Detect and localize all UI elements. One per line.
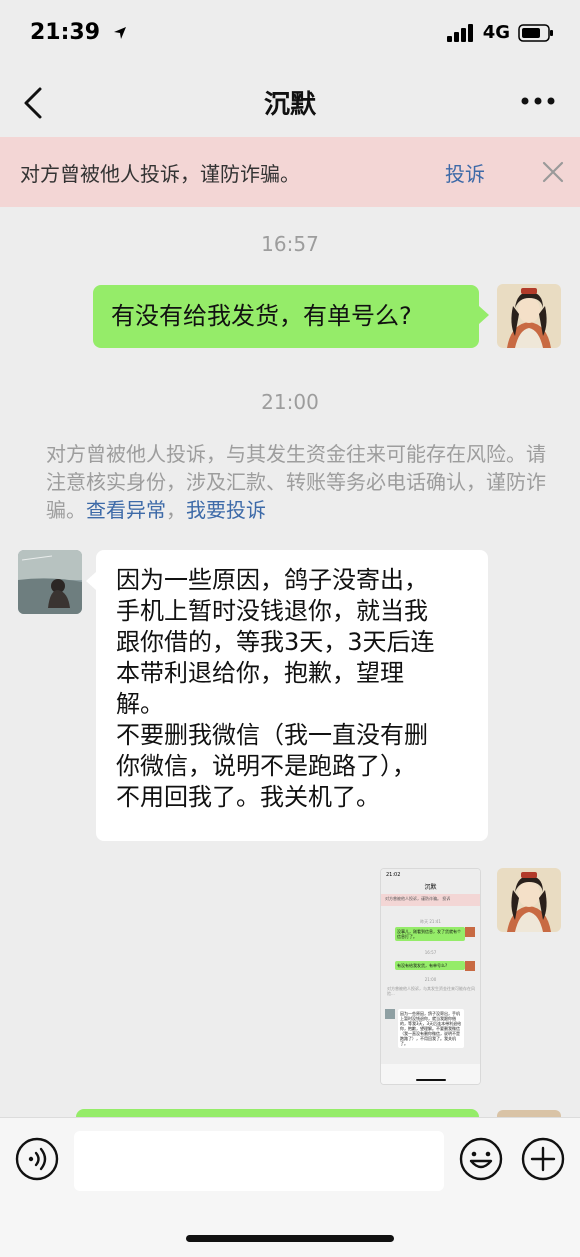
banner-text: 对方曾被他人投诉，谨防诈骗。	[20, 162, 300, 186]
thumbnail-avatar	[465, 961, 475, 971]
emoji-icon[interactable]	[459, 1137, 503, 1181]
timestamp: 16:57	[261, 232, 319, 256]
close-icon[interactable]	[541, 160, 565, 184]
status-indicators: 4G	[446, 22, 554, 43]
contact-avatar[interactable]	[18, 550, 82, 614]
image-message-thumbnail[interactable]: 21:02 沉默 对方曾被他人投诉，谨防诈骗。 投诉 昨天 21:41 没事儿，…	[380, 868, 481, 1085]
plus-icon[interactable]	[521, 1137, 565, 1181]
person-photo-avatar-icon	[18, 550, 82, 614]
thumbnail-input-bar	[381, 1064, 480, 1084]
message-input[interactable]	[74, 1131, 444, 1191]
thumbnail-home-indicator	[416, 1079, 446, 1081]
bubble-tail	[86, 572, 96, 590]
network-label: 4G	[482, 22, 510, 43]
report-complaint-link[interactable]: 我要投诉	[186, 498, 266, 522]
view-anomaly-link[interactable]: 查看异常	[86, 498, 166, 522]
thumbnail-avatar	[465, 927, 475, 937]
status-time: 21:39	[30, 20, 128, 45]
my-avatar[interactable]	[497, 284, 561, 348]
signal-icon	[446, 23, 473, 42]
chat-title: 沉默	[263, 90, 316, 120]
thumbnail-avatar	[385, 1009, 395, 1019]
home-indicator	[186, 1235, 394, 1242]
system-warning-note: 对方曾被他人投诉，与其发生资金往来可能存在风险。请注意核实身份，涉及汇款、转账等…	[46, 442, 546, 522]
battery-icon	[518, 23, 553, 42]
illustrated-figure-avatar-icon	[497, 284, 561, 348]
voice-input-icon[interactable]	[15, 1137, 59, 1181]
report-link[interactable]: 投诉	[445, 158, 485, 187]
more-options-icon[interactable]	[520, 96, 556, 106]
my-avatar[interactable]	[497, 868, 561, 932]
bubble-tail	[479, 306, 489, 324]
timestamp: 21:00	[261, 390, 319, 414]
sent-message[interactable]: 有没有给我发货，有单号么?	[93, 285, 479, 348]
illustrated-figure-avatar-icon	[497, 868, 561, 932]
received-message[interactable]: 因为一些原因，鸽子没寄出， 手机上暂时没钱退你，就当我 跟你借的，等我3天，3天…	[96, 550, 488, 841]
location-arrow-icon	[113, 27, 126, 39]
